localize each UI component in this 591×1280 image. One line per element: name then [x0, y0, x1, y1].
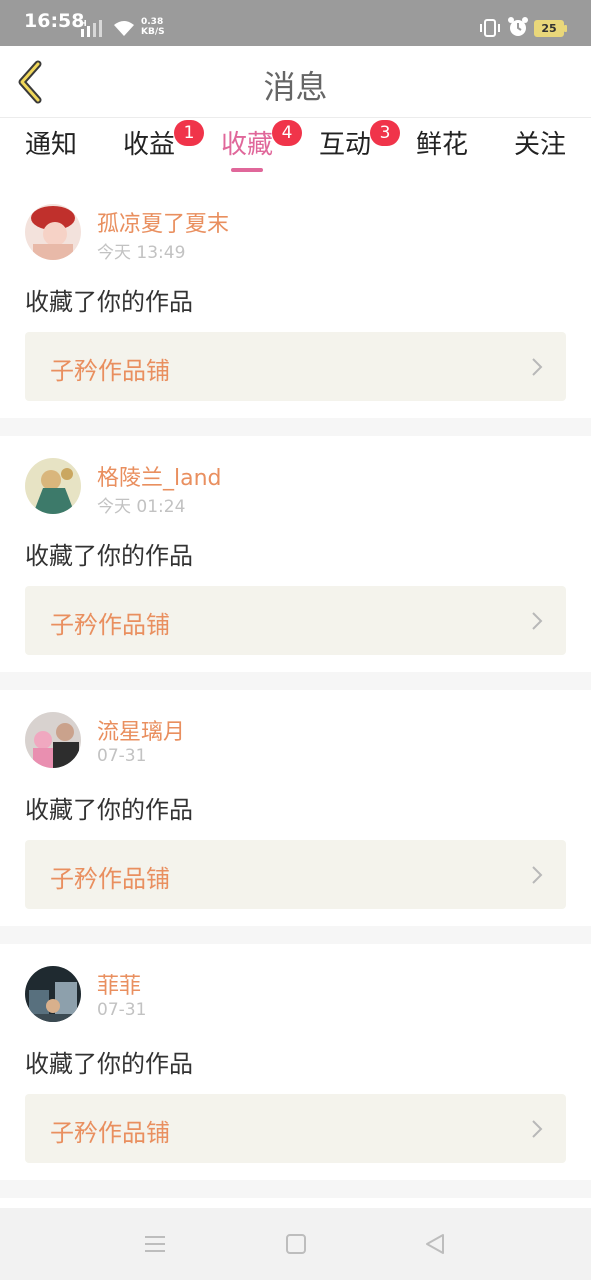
status-time: 16:58	[24, 10, 85, 32]
network-speed: 0.38 KB/S	[141, 17, 165, 37]
tab-earnings[interactable]: 收益 1	[120, 120, 204, 176]
message-text: 收藏了你的作品	[25, 288, 193, 316]
message-text: 收藏了你的作品	[25, 796, 193, 824]
status-bar: 16:58 H 0.38 KB/S 25	[0, 0, 591, 46]
svg-text:H: H	[80, 19, 87, 28]
message-time: 07-31	[97, 1000, 147, 1020]
work-title: 子矜作品铺	[50, 611, 170, 639]
tab-interactions[interactable]: 互动 3	[316, 120, 400, 176]
message-card: 孤凉夏了夏末 今天 13:49 收藏了你的作品 子矜作品铺	[0, 182, 591, 418]
message-card: 菲菲 07-31 收藏了你的作品 子矜作品铺	[0, 944, 591, 1180]
title-bar: 消息	[0, 46, 591, 118]
tab-badge: 1	[174, 120, 204, 146]
work-link[interactable]: 子矜作品铺	[25, 1094, 566, 1163]
work-title: 子矜作品铺	[50, 865, 170, 893]
tab-label: 收藏	[220, 130, 273, 160]
tab-flowers[interactable]: 鲜花	[413, 128, 471, 176]
work-title: 子矜作品铺	[50, 357, 170, 385]
tab-bar: 通知 收益 1 收藏 4 互动 3 鲜花 关注	[0, 118, 591, 182]
tab-notifications[interactable]: 通知	[22, 128, 80, 176]
menu-icon[interactable]	[143, 1232, 167, 1256]
message-time: 今天 01:24	[97, 497, 186, 517]
username[interactable]: 流星璃月	[97, 714, 185, 746]
tab-label: 通知	[24, 130, 77, 160]
message-text: 收藏了你的作品	[25, 1050, 193, 1078]
cellular-signal-icon: H	[80, 19, 102, 37]
username[interactable]: 菲菲	[97, 968, 141, 1000]
tab-label: 收益	[122, 130, 175, 160]
wifi-icon	[114, 21, 134, 36]
user-avatar[interactable]	[25, 712, 81, 768]
chevron-right-icon	[532, 612, 543, 630]
message-card: 格陵兰_land 今天 01:24 收藏了你的作品 子矜作品铺	[0, 436, 591, 672]
chevron-right-icon	[532, 358, 543, 376]
message-card-partial	[0, 1198, 591, 1208]
work-link[interactable]: 子矜作品铺	[25, 840, 566, 909]
page-title: 消息	[263, 68, 328, 106]
message-time: 今天 13:49	[97, 243, 186, 263]
tab-badge: 3	[370, 120, 400, 146]
username[interactable]: 格陵兰_land	[97, 460, 222, 492]
work-title: 子矜作品铺	[50, 1119, 170, 1147]
vibrate-icon	[480, 19, 500, 37]
tab-label: 关注	[513, 130, 566, 160]
work-link[interactable]: 子矜作品铺	[25, 332, 566, 401]
chevron-right-icon	[532, 1120, 543, 1138]
message-text: 收藏了你的作品	[25, 542, 193, 570]
home-icon[interactable]	[284, 1232, 308, 1256]
work-link[interactable]: 子矜作品铺	[25, 586, 566, 655]
message-card: 流星璃月 07-31 收藏了你的作品 子矜作品铺	[0, 690, 591, 926]
chevron-right-icon	[532, 866, 543, 884]
back-triangle-icon[interactable]	[423, 1232, 447, 1256]
tab-favorites[interactable]: 收藏 4	[218, 120, 302, 176]
message-time: 07-31	[97, 746, 147, 766]
battery-indicator: 25	[534, 20, 567, 37]
tab-label: 互动	[318, 130, 371, 160]
system-nav-bar	[0, 1208, 591, 1280]
tab-badge: 4	[272, 120, 302, 146]
tab-follows[interactable]: 关注	[511, 128, 569, 176]
user-avatar[interactable]	[25, 966, 81, 1022]
alarm-icon	[508, 17, 528, 36]
username[interactable]: 孤凉夏了夏末	[97, 206, 229, 238]
user-avatar[interactable]	[25, 204, 81, 260]
tab-label: 鲜花	[415, 130, 468, 160]
user-avatar[interactable]	[25, 458, 81, 514]
